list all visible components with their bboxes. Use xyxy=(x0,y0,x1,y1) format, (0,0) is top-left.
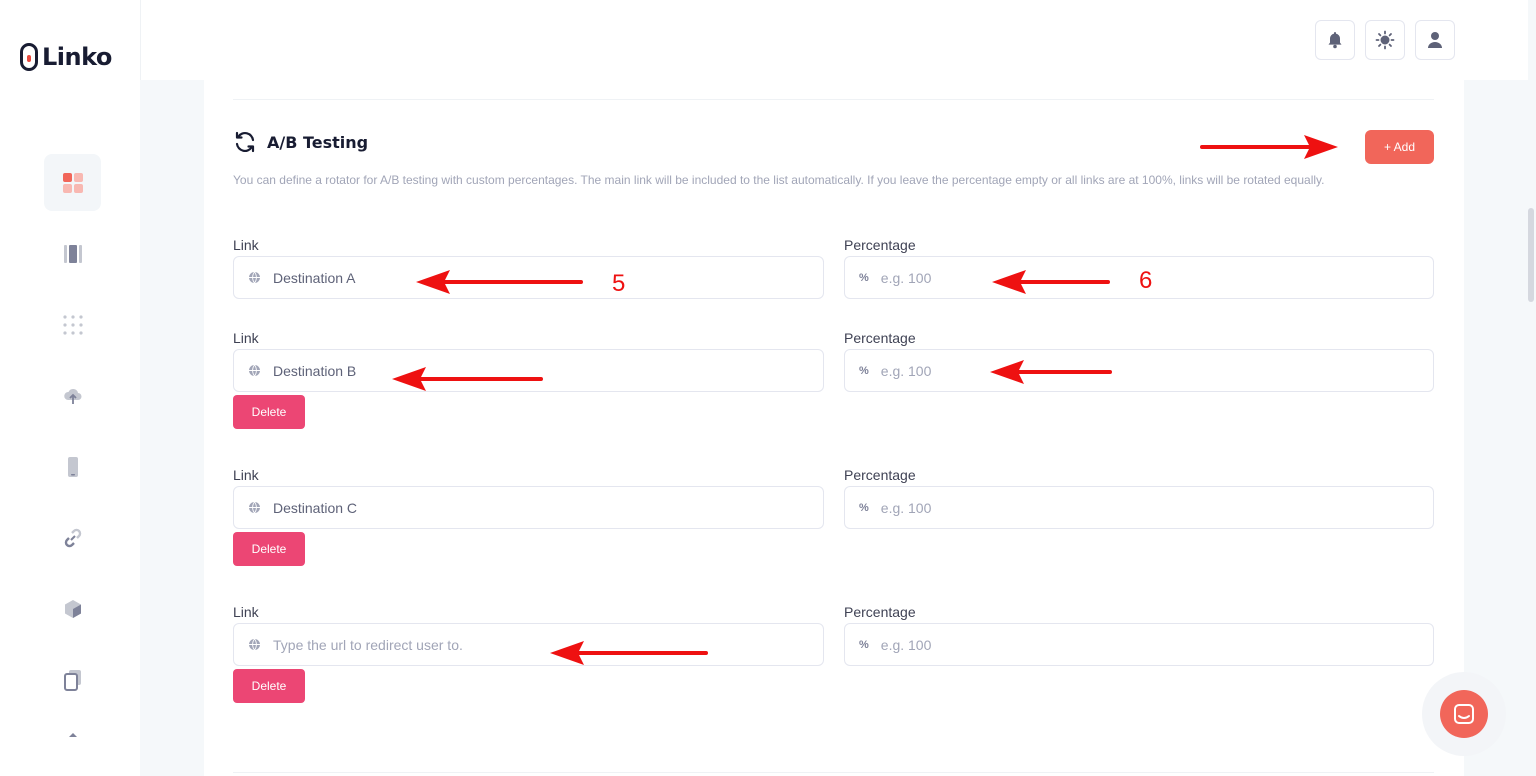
sidebar-item-more[interactable] xyxy=(44,714,101,754)
logo-icon xyxy=(20,43,38,71)
sidebar: Linko xyxy=(0,0,140,776)
theme-toggle-button[interactable] xyxy=(1365,20,1405,60)
link-input[interactable]: Type the url to redirect user to. xyxy=(233,623,824,666)
percentage-placeholder: e.g. 100 xyxy=(880,362,932,379)
sidebar-item-mobile[interactable] xyxy=(44,438,101,495)
sidebar-item-products[interactable] xyxy=(44,580,101,637)
app-logo[interactable]: Linko xyxy=(20,40,112,74)
link-input[interactable]: Destination C xyxy=(233,486,824,529)
chat-icon xyxy=(1454,704,1474,724)
percentage-placeholder: e.g. 100 xyxy=(880,499,932,516)
page-scrollbar-track xyxy=(1528,0,1536,776)
refresh-icon xyxy=(235,131,255,153)
globe-icon xyxy=(249,638,260,651)
link-label: Link xyxy=(233,330,259,346)
dots-grid-icon xyxy=(62,314,83,335)
sidebar-item-upload[interactable] xyxy=(44,367,101,424)
chevron-up-icon xyxy=(68,733,77,737)
percent-icon: % xyxy=(859,271,869,284)
logo-text: Linko xyxy=(42,43,112,71)
delete-button[interactable]: Delete xyxy=(233,669,305,703)
percentage-label: Percentage xyxy=(844,330,916,346)
percentage-input[interactable]: % e.g. 100 xyxy=(844,349,1434,392)
link-placeholder: Type the url to redirect user to. xyxy=(273,636,463,653)
link-value: Destination A xyxy=(273,269,356,286)
percentage-placeholder: e.g. 100 xyxy=(880,269,932,286)
percentage-input[interactable]: % e.g. 100 xyxy=(844,623,1434,666)
bell-icon xyxy=(1328,32,1342,49)
percent-icon: % xyxy=(859,364,869,377)
chat-launcher-button[interactable] xyxy=(1440,690,1488,738)
divider xyxy=(233,99,1434,100)
delete-button[interactable]: Delete xyxy=(233,532,305,566)
percent-icon: % xyxy=(859,638,869,651)
link-value: Destination C xyxy=(273,499,358,516)
globe-icon xyxy=(249,501,260,514)
user-icon xyxy=(1428,32,1442,48)
percentage-placeholder: e.g. 100 xyxy=(880,636,932,653)
cloud-upload-icon xyxy=(63,388,81,404)
link-label: Link xyxy=(233,467,259,483)
sidebar-item-copies[interactable] xyxy=(44,651,101,708)
top-header xyxy=(140,0,1528,80)
phone-icon xyxy=(67,456,78,477)
link-input[interactable]: Destination A xyxy=(233,256,824,299)
link-label: Link xyxy=(233,604,259,620)
notifications-button[interactable] xyxy=(1315,20,1355,60)
sun-icon xyxy=(1375,30,1395,50)
cube-icon xyxy=(64,599,81,618)
section-description: You can define a rotator for A/B testing… xyxy=(233,173,1325,187)
link-icon xyxy=(64,528,81,547)
percentage-label: Percentage xyxy=(844,467,916,483)
link-label: Link xyxy=(233,237,259,253)
link-value: Destination B xyxy=(273,362,357,379)
percentage-input[interactable]: % e.g. 100 xyxy=(844,486,1434,529)
ab-testing-card: A/B Testing + Add You can define a rotat… xyxy=(204,80,1464,776)
section-header: A/B Testing xyxy=(233,130,368,154)
sidebar-item-dashboard[interactable] xyxy=(44,154,101,211)
annotation-number: 6 xyxy=(1139,267,1153,294)
section-title: A/B Testing xyxy=(267,132,369,152)
add-link-button[interactable]: + Add xyxy=(1365,130,1434,164)
sidebar-item-pages[interactable] xyxy=(44,225,101,282)
globe-icon xyxy=(249,271,260,284)
percentage-label: Percentage xyxy=(844,237,916,253)
link-input[interactable]: Destination B xyxy=(233,349,824,392)
columns-icon xyxy=(63,244,82,263)
sidebar-item-links[interactable] xyxy=(44,509,101,566)
divider xyxy=(233,772,1434,773)
annotation-number: 5 xyxy=(612,270,626,297)
delete-button[interactable]: Delete xyxy=(233,395,305,429)
grid-icon xyxy=(62,172,83,193)
user-account-button[interactable] xyxy=(1415,20,1455,60)
copy-icon xyxy=(63,669,81,691)
sidebar-item-apps[interactable] xyxy=(44,296,101,353)
globe-icon xyxy=(249,364,260,377)
percentage-label: Percentage xyxy=(844,604,916,620)
page-scrollbar-thumb[interactable] xyxy=(1528,208,1534,302)
percent-icon: % xyxy=(859,501,869,514)
